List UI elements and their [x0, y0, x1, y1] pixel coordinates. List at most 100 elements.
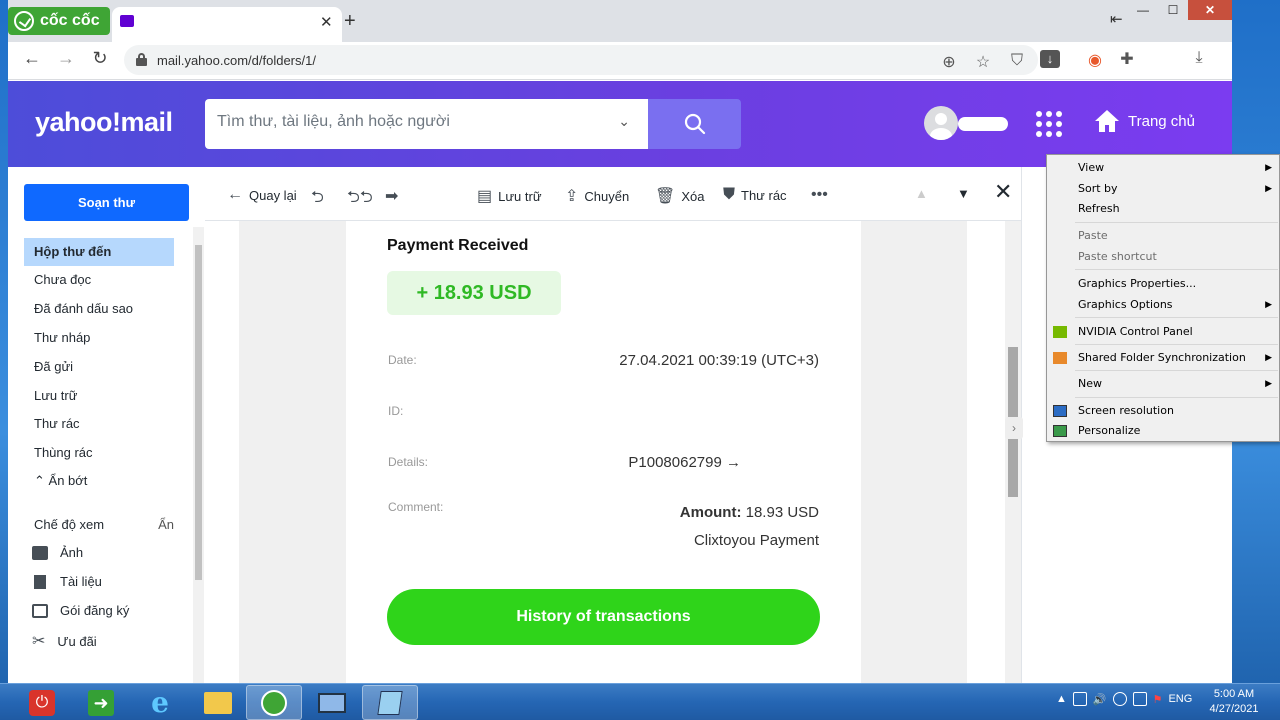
- reply-button[interactable]: ⮌: [311, 186, 324, 213]
- language-indicator[interactable]: ENG: [1168, 693, 1192, 705]
- minimize-icon[interactable]: —: [1128, 0, 1158, 20]
- yahoo-mail-logo[interactable]: yahoo!mail: [35, 107, 173, 138]
- tray-arrow-icon[interactable]: ▲: [1056, 693, 1067, 705]
- menu-item-personalize[interactable]: Personalize: [1078, 421, 1278, 441]
- sidebar-item-spam[interactable]: Thư rác: [24, 410, 174, 438]
- device-icon[interactable]: [1072, 692, 1087, 706]
- menu-item-screen-resolution[interactable]: Screen resolution: [1078, 401, 1278, 421]
- menu-separator: [1075, 269, 1278, 270]
- zoom-icon[interactable]: ⊕: [938, 52, 960, 72]
- flag-icon[interactable]: ⚑: [1153, 693, 1163, 706]
- sidebar-item-documents[interactable]: Tài liệu: [32, 574, 102, 589]
- compose-button[interactable]: Soạn thư: [24, 184, 189, 221]
- maximize-icon[interactable]: ☐: [1158, 0, 1188, 20]
- menu-item-view[interactable]: View ▶: [1078, 158, 1278, 178]
- clock[interactable]: 5:00 AM 4/27/2021: [1202, 687, 1266, 717]
- coccoc-menu-button[interactable]: cốc cốc: [8, 7, 110, 35]
- sidebar-item-starred[interactable]: Đã đánh dấu sao: [24, 295, 174, 323]
- sidebar-item-sent[interactable]: Đã gửi: [24, 353, 174, 381]
- search-button[interactable]: [648, 99, 741, 149]
- taskbar-notepad[interactable]: [362, 685, 418, 720]
- previous-message-button[interactable]: ▲: [915, 186, 928, 201]
- details-value[interactable]: P1008062799 →: [628, 454, 741, 471]
- apps-grid-icon[interactable]: [1036, 111, 1062, 137]
- email-title: Payment Received: [387, 237, 529, 254]
- menu-item-new[interactable]: New ▶: [1078, 374, 1278, 394]
- menu-item-graphics-properties[interactable]: Graphics Properties...: [1078, 274, 1278, 294]
- taskbar-file-explorer[interactable]: [190, 685, 246, 720]
- views-hide-link[interactable]: Ẩn: [158, 511, 174, 539]
- sidebar-item-unread[interactable]: Chưa đọc: [24, 266, 174, 294]
- sidebar-item-drafts[interactable]: Thư nháp: [24, 324, 174, 352]
- network-icon[interactable]: [1112, 692, 1127, 706]
- taskbar-remote-desktop[interactable]: [304, 685, 360, 720]
- search-input[interactable]: [217, 113, 597, 131]
- system-tray: ▲ 🔊 ⚑ ENG: [1056, 692, 1192, 706]
- amount-label: Amount:: [679, 504, 742, 521]
- back-button[interactable]: ← Quay lại: [227, 186, 297, 204]
- screen-resolution-icon: [1053, 405, 1067, 417]
- taskbar-app-exit[interactable]: ➜: [78, 685, 124, 720]
- taskbar-internet-explorer[interactable]: e: [132, 685, 188, 720]
- delete-button[interactable]: 🗑 Xóa: [655, 186, 704, 206]
- sidebar-item-archive[interactable]: Lưu trữ: [24, 382, 174, 410]
- tab-yahoo-mail[interactable]: ✕: [112, 7, 342, 42]
- bookmark-star-icon[interactable]: ☆: [972, 52, 994, 72]
- new-tab-icon[interactable]: +: [344, 10, 356, 33]
- lock-icon: [136, 53, 147, 66]
- volume-icon[interactable]: 🔊: [1093, 693, 1107, 706]
- search-box: ⌄: [205, 99, 648, 149]
- home-icon: [1095, 110, 1119, 132]
- more-dots-icon: •••: [811, 186, 828, 203]
- message-scrollbar[interactable]: [1005, 221, 1021, 683]
- chevron-right-icon[interactable]: ›: [1005, 417, 1023, 439]
- sidebar-item-trash[interactable]: Thùng rác: [24, 439, 174, 467]
- spam-button[interactable]: ⛊ Thư rác: [723, 186, 787, 204]
- reply-all-icon: ⮌⮌: [347, 189, 373, 206]
- power-button[interactable]: ⏻: [22, 685, 62, 720]
- menu-item-nvidia[interactable]: NVIDIA Control Panel: [1078, 322, 1278, 342]
- move-button[interactable]: ⇪ Chuyển: [565, 186, 629, 206]
- history-button[interactable]: History of transactions: [387, 589, 820, 645]
- sidebar-scrollbar[interactable]: [193, 227, 204, 683]
- personalize-icon: [1053, 425, 1067, 437]
- sidebar-item-subscriptions[interactable]: Gói đăng ký: [32, 603, 129, 618]
- next-message-button[interactable]: ▼: [957, 186, 970, 201]
- sidebar-collapse-link[interactable]: ⌃ Ẩn bớt: [24, 467, 174, 495]
- menu-item-graphics-options[interactable]: Graphics Options ▶: [1078, 295, 1278, 315]
- more-button[interactable]: •••: [811, 186, 828, 204]
- window-close-icon[interactable]: ✕: [1188, 0, 1232, 20]
- reply-all-button[interactable]: ⮌⮌: [347, 186, 373, 213]
- back-arrow-icon[interactable]: ←: [20, 48, 44, 69]
- forward-button[interactable]: ➡: [385, 186, 398, 206]
- caret-down-icon: ▼: [957, 186, 970, 201]
- tab-search-icon[interactable]: ⇤: [1110, 10, 1123, 28]
- download-video-icon[interactable]: ↓: [1040, 50, 1060, 68]
- keyboard-icon[interactable]: [1132, 692, 1147, 706]
- taskbar-coccoc[interactable]: [246, 685, 302, 720]
- coccoc-logo-icon: [14, 11, 34, 31]
- home-link[interactable]: Trang chủ: [1094, 109, 1195, 133]
- menu-item-shared-folder-sync[interactable]: Shared Folder Synchronization ▶: [1078, 348, 1278, 368]
- sidebar-item-inbox[interactable]: Hộp thư đến: [24, 238, 174, 266]
- archive-button[interactable]: ▤ Lưu trữ: [477, 186, 542, 206]
- shield-icon[interactable]: ⛉: [1006, 52, 1028, 70]
- coccoc-extension-icon[interactable]: ◉: [1084, 50, 1106, 70]
- address-bar[interactable]: mail.yahoo.com/d/folders/1/ ⊕ ☆ ⛉ ↓: [124, 45, 1060, 75]
- forward-arrow-icon[interactable]: →: [54, 48, 78, 69]
- downloads-icon[interactable]: ⤓: [1188, 49, 1210, 67]
- comment-value: Clixtoyou Payment: [693, 532, 819, 549]
- move-icon: ⇪: [565, 188, 579, 205]
- menu-item-sort-by[interactable]: Sort by ▶: [1078, 179, 1278, 199]
- menu-item-refresh[interactable]: Refresh: [1078, 199, 1278, 219]
- avatar[interactable]: [924, 106, 958, 140]
- reload-icon[interactable]: ↻: [88, 48, 112, 69]
- spam-label: Thư rác: [741, 187, 787, 203]
- sidebar-item-photos[interactable]: Ảnh: [32, 545, 83, 560]
- sidebar-item-deals[interactable]: ✂ Ưu đãi: [32, 631, 97, 651]
- close-message-button[interactable]: ✕: [994, 179, 1012, 205]
- tab-close-icon[interactable]: ✕: [320, 13, 333, 31]
- chevron-down-icon[interactable]: ⌄: [618, 113, 630, 130]
- window-controls: — ☐ ✕: [1128, 0, 1232, 22]
- extensions-puzzle-icon[interactable]: ✚: [1116, 49, 1138, 69]
